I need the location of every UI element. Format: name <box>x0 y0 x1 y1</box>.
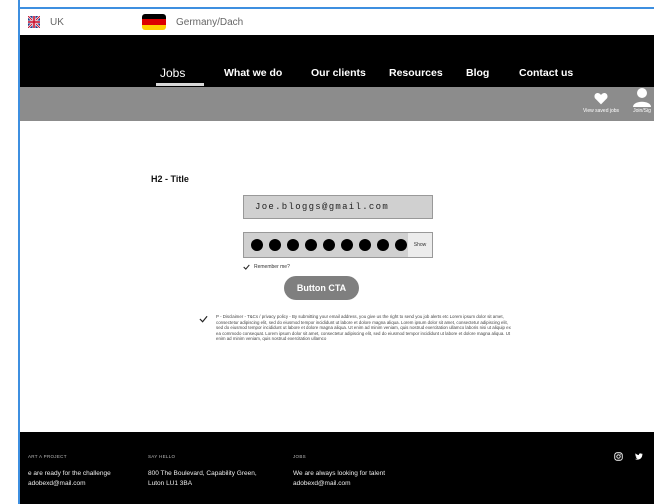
region-uk[interactable]: UK <box>28 13 64 31</box>
instagram-icon[interactable] <box>614 452 623 461</box>
join-sign-in-button[interactable]: Join/Sig <box>632 87 652 114</box>
disclaimer-text: P - Disclaimer - T&Cs / privacy policy -… <box>216 314 511 342</box>
nav-item-jobs[interactable]: Jobs <box>160 66 185 80</box>
cta-button[interactable]: Button CTA <box>284 276 359 300</box>
region-germany-label: Germany/Dach <box>176 16 244 28</box>
footer-address: 800 The Boulevard, Capability Green, <box>148 470 257 477</box>
join-sign-in-label: Join/Sig <box>633 108 651 114</box>
footer-text: e are ready for the challenge <box>28 470 111 477</box>
footer-col-project: ART A PROJECT e are ready for the challe… <box>28 454 111 489</box>
footer-email-link[interactable]: adobexd@mail.com <box>28 479 111 489</box>
remember-me-checkbox[interactable]: Remember me? <box>243 264 290 270</box>
footer-col-say-hello: SAY HELLO 800 The Boulevard, Capability … <box>148 454 257 489</box>
utility-bar: View saved jobs Join/Sig <box>20 87 654 121</box>
footer-text: We are always looking for talent <box>293 470 386 477</box>
checkmark-icon <box>243 264 250 270</box>
twitter-icon[interactable] <box>635 453 643 460</box>
heart-icon <box>594 92 608 105</box>
footer-email-link[interactable]: adobexd@mail.com <box>293 479 385 489</box>
region-bar: UK Germany/Dach <box>20 9 654 35</box>
page-title: H2 - Title <box>151 174 189 184</box>
saved-jobs-label: View saved jobs <box>583 108 620 114</box>
disclaimer-checkbox[interactable] <box>199 315 208 323</box>
user-icon <box>633 88 651 107</box>
password-mask <box>251 239 413 251</box>
show-password-button[interactable]: Show <box>408 233 432 257</box>
footer-col-jobs: JOBS We are always looking for talent ad… <box>293 454 385 489</box>
nav-item-our-clients[interactable]: Our clients <box>311 67 366 79</box>
footer-address: Luton LU1 3BA <box>148 480 193 487</box>
disclaimer-block: P - Disclaimer - T&Cs / privacy policy -… <box>199 314 514 342</box>
nav-item-blog[interactable]: Blog <box>466 67 489 79</box>
remember-me-label: Remember me? <box>254 264 290 270</box>
nav-item-resources[interactable]: Resources <box>389 67 443 79</box>
nav-item-what-we-do[interactable]: What we do <box>224 67 282 79</box>
region-germany[interactable]: Germany/Dach <box>142 13 243 31</box>
germany-flag-icon <box>142 14 166 30</box>
footer-heading: SAY HELLO <box>148 454 176 459</box>
main-nav: Jobs What we do Our clients Resources Bl… <box>20 35 654 87</box>
footer-heading: JOBS <box>293 454 306 459</box>
email-field[interactable]: Joe.bloggs@gmail.com <box>243 195 433 219</box>
footer: ART A PROJECT e are ready for the challe… <box>20 432 654 504</box>
footer-heading: ART A PROJECT <box>28 454 67 459</box>
uk-flag-icon <box>28 16 40 28</box>
nav-active-underline <box>156 83 204 86</box>
password-field[interactable]: Show <box>243 232 433 258</box>
region-uk-label: UK <box>50 16 64 28</box>
nav-item-contact-us[interactable]: Contact us <box>519 67 573 79</box>
saved-jobs-button[interactable]: View saved jobs <box>583 92 619 114</box>
